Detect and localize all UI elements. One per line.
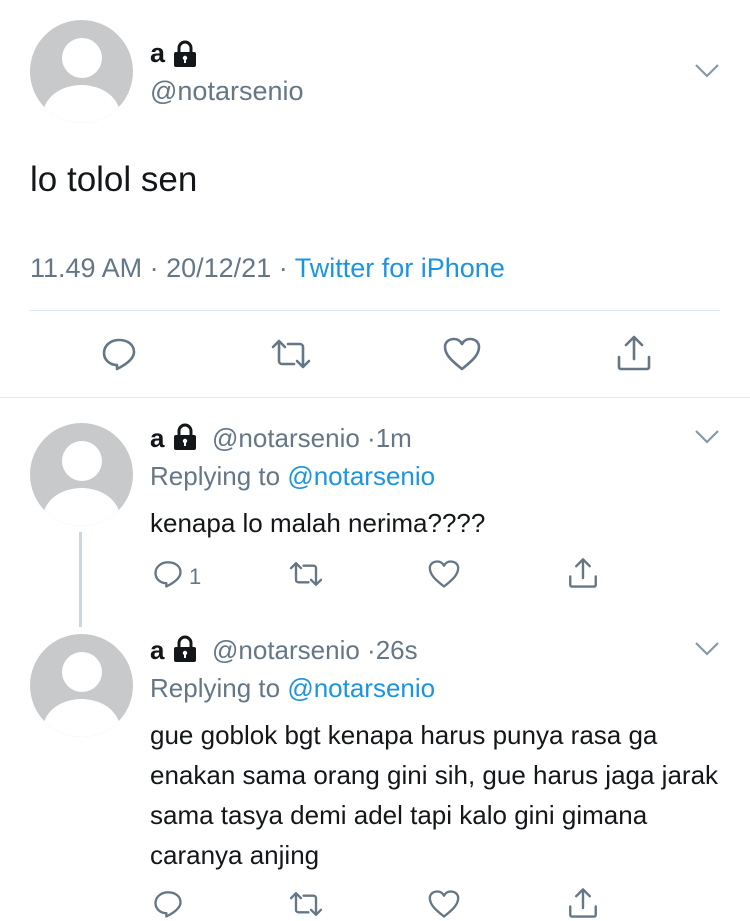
- time-ago: 1m: [375, 423, 412, 453]
- like-icon[interactable]: [427, 559, 461, 589]
- like-icon[interactable]: [442, 336, 482, 372]
- lock-icon: [174, 40, 196, 67]
- avatar[interactable]: [30, 634, 133, 737]
- tweet-source-link[interactable]: Twitter for iPhone: [295, 253, 505, 283]
- replying-to-link[interactable]: @notarsenio: [287, 461, 435, 491]
- reply-icon[interactable]: [152, 889, 184, 919]
- retweet-icon[interactable]: [270, 336, 312, 372]
- tweet-meta: 11.49 AM · 20/12/21 · Twitter for iPhone: [30, 253, 505, 284]
- retweet-icon[interactable]: [288, 559, 324, 589]
- divider: [30, 310, 720, 311]
- replying-to: Replying to @notarsenio: [150, 673, 435, 704]
- avatar[interactable]: [30, 20, 133, 123]
- tweet-text: lo tolol sen: [30, 160, 198, 199]
- reply-icon[interactable]: [100, 336, 138, 372]
- chevron-down-icon[interactable]: [694, 62, 720, 80]
- share-icon[interactable]: [566, 556, 600, 590]
- replying-to: Replying to @notarsenio: [150, 461, 435, 492]
- display-name[interactable]: a: [150, 38, 165, 69]
- reply-meta: @notarsenio ·26s: [212, 635, 418, 666]
- thread-line: [79, 532, 82, 627]
- chevron-down-icon[interactable]: [694, 640, 720, 658]
- tweet-date[interactable]: 20/12/21: [166, 253, 271, 283]
- separator-dot: ·: [278, 253, 288, 283]
- separator-dot: ·: [149, 253, 159, 283]
- replying-to-label: Replying to: [150, 673, 281, 703]
- replying-to-label: Replying to: [150, 461, 281, 491]
- replying-to-link[interactable]: @notarsenio: [287, 673, 435, 703]
- reply-icon[interactable]: [152, 559, 184, 589]
- retweet-icon[interactable]: [288, 889, 324, 919]
- lock-icon: [174, 423, 196, 450]
- separator-dot: ·: [367, 635, 376, 665]
- reply-meta: @notarsenio ·1m: [212, 423, 412, 454]
- like-icon[interactable]: [427, 889, 461, 919]
- reply-count: 1: [189, 564, 202, 589]
- lock-icon: [174, 635, 196, 662]
- username[interactable]: @notarsenio: [150, 76, 304, 107]
- tweet-text: gue goblok bgt kenapa harus punya rasa g…: [150, 720, 719, 870]
- time-ago: 26s: [375, 635, 418, 665]
- share-icon[interactable]: [566, 886, 600, 920]
- username[interactable]: @notarsenio: [212, 423, 360, 453]
- separator-dot: ·: [367, 423, 376, 453]
- chevron-down-icon[interactable]: [694, 428, 720, 446]
- tweet-time[interactable]: 11.49 AM: [30, 253, 142, 283]
- username[interactable]: @notarsenio: [212, 635, 360, 665]
- display-name[interactable]: a: [150, 423, 164, 454]
- share-icon[interactable]: [614, 333, 654, 373]
- avatar[interactable]: [30, 423, 133, 526]
- display-name[interactable]: a: [150, 635, 164, 666]
- divider: [0, 397, 750, 398]
- tweet-text: kenapa lo malah nerima????: [150, 508, 486, 538]
